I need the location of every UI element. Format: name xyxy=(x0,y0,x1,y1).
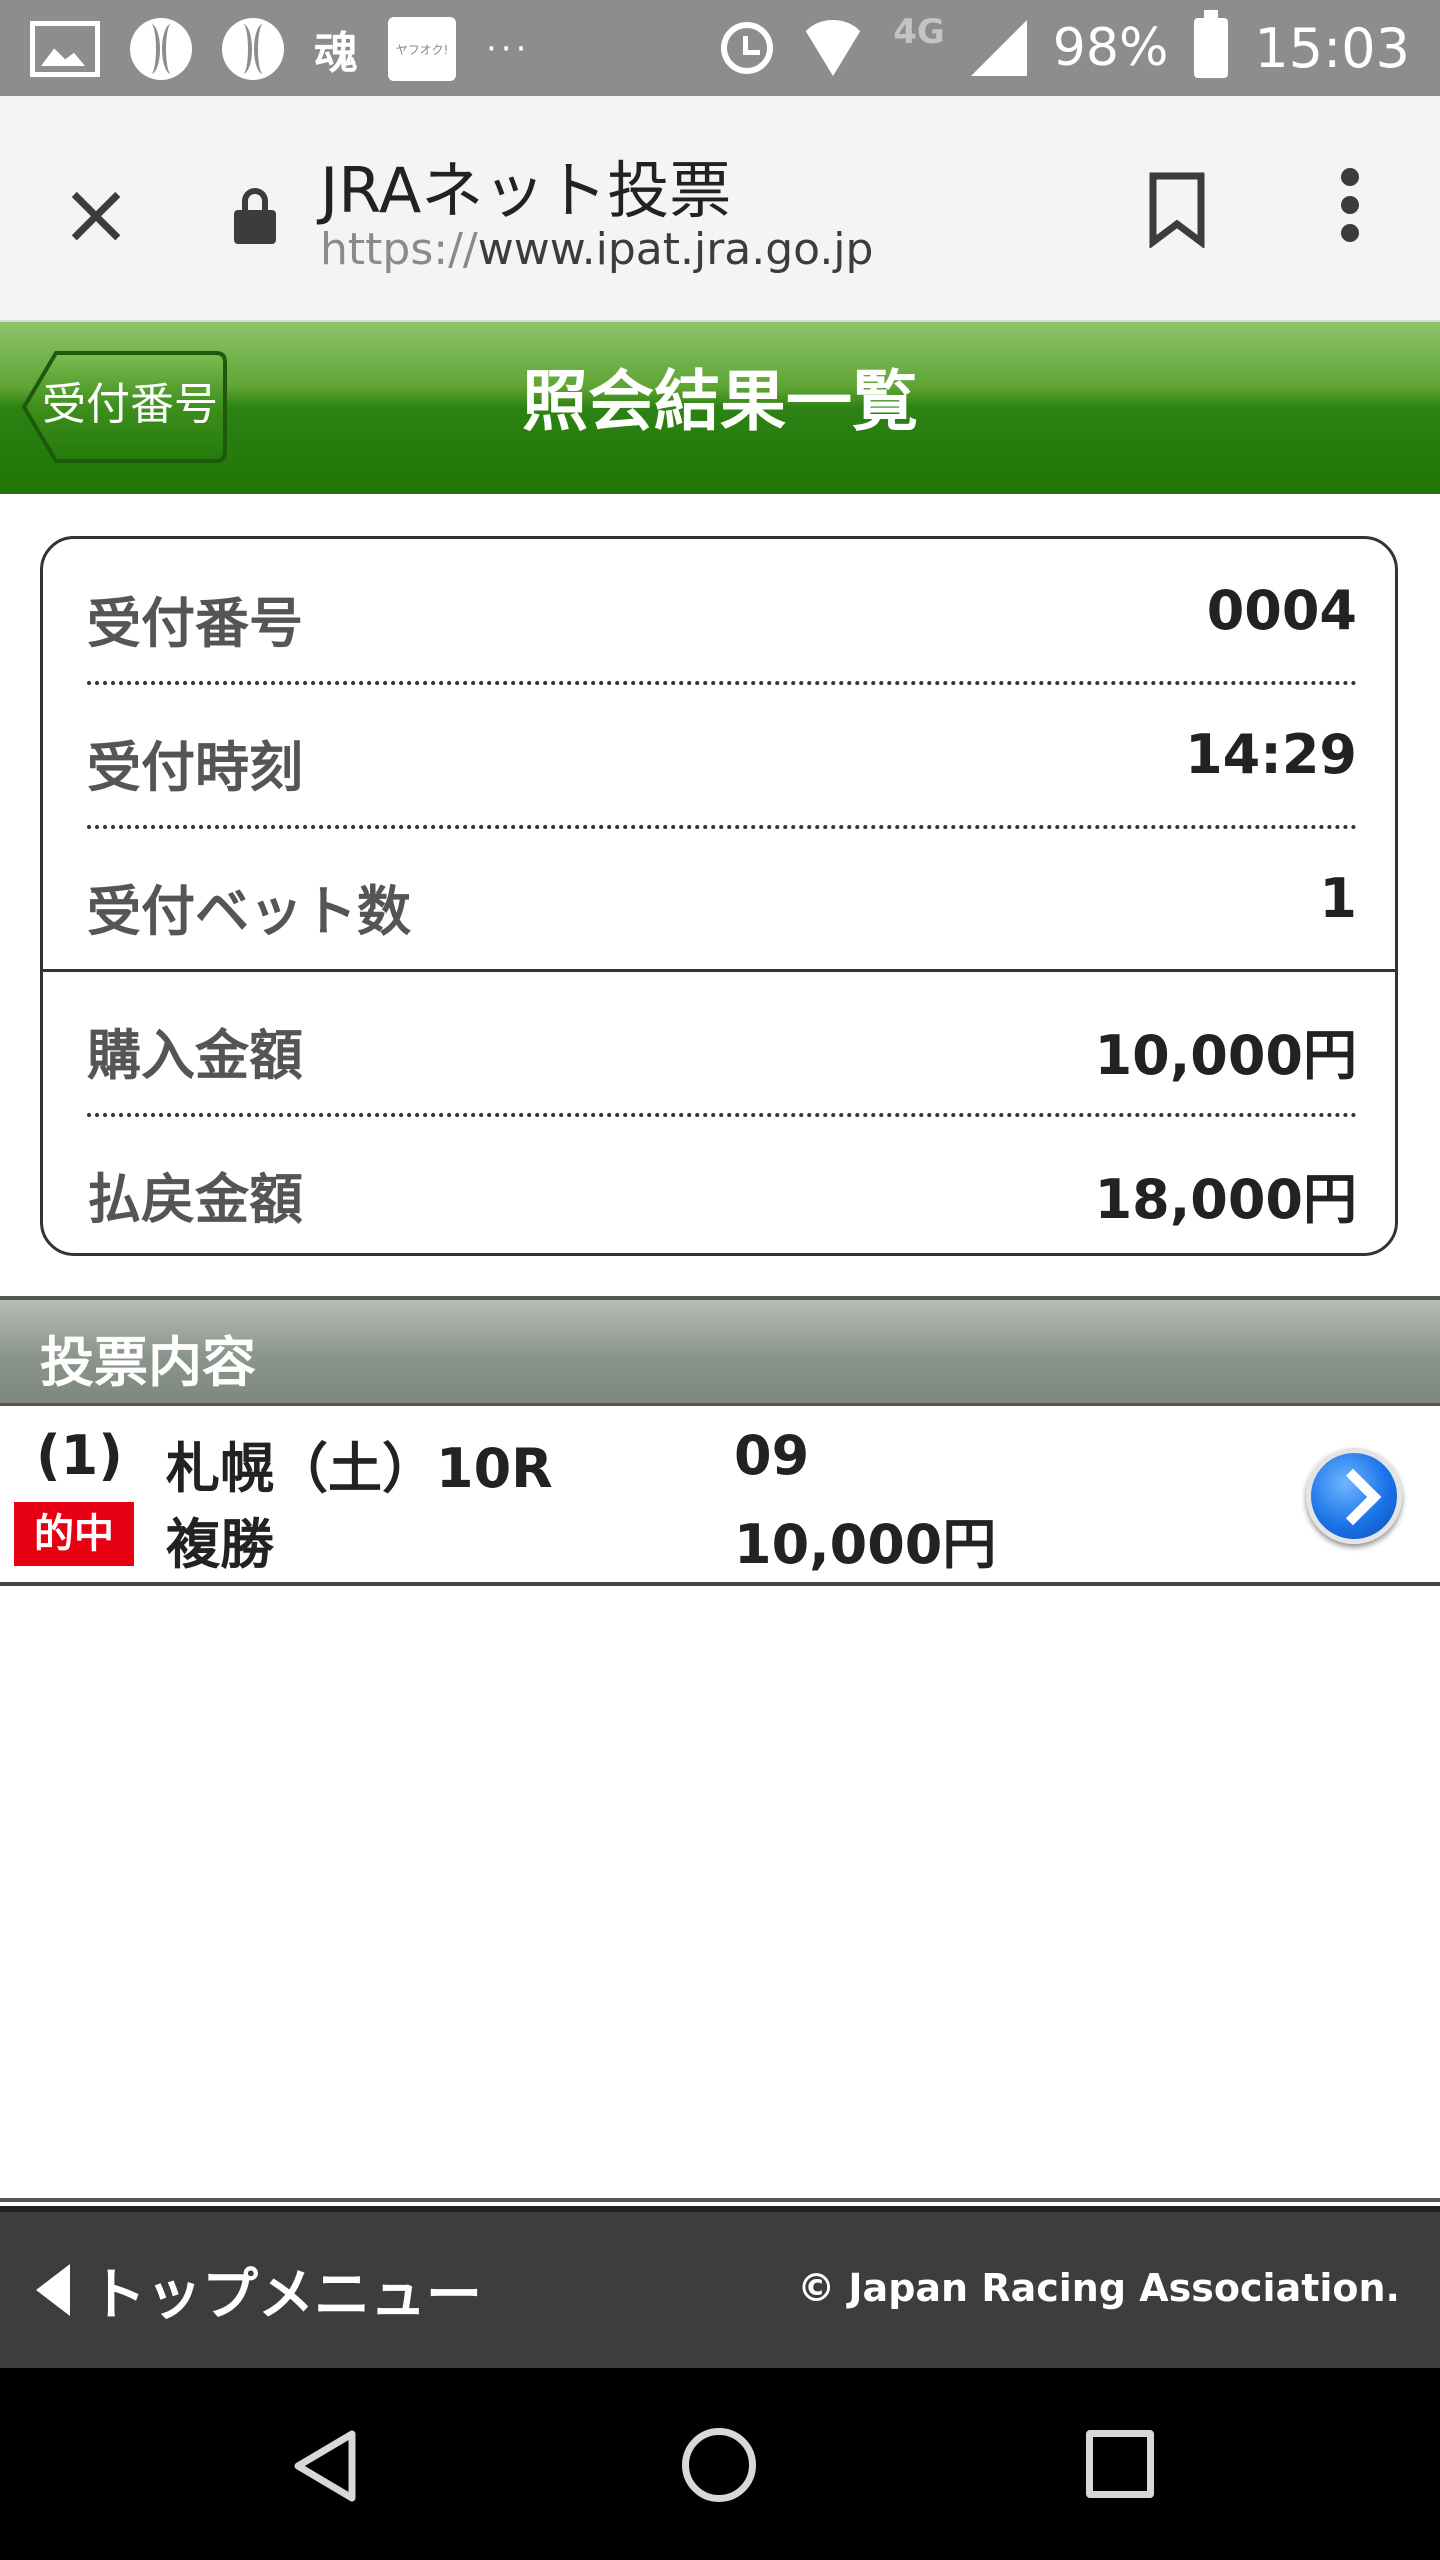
summary-label: 受付番号 xyxy=(87,592,303,655)
signal-icon xyxy=(970,20,1027,76)
more-options-icon[interactable] xyxy=(1330,168,1370,258)
summary-value: 1 xyxy=(1319,867,1357,930)
detail-arrow-button[interactable] xyxy=(1306,1448,1402,1544)
battery-icon xyxy=(1194,10,1229,78)
clock: 15:03 xyxy=(1254,16,1410,80)
lock-icon[interactable] xyxy=(234,188,276,244)
bet-number: (1) xyxy=(36,1424,123,1487)
bet-type: 複勝 xyxy=(166,1513,274,1576)
summary-row-purchase-amount: 購入金額 10,000円 xyxy=(87,971,1357,1115)
nav-home-icon[interactable] xyxy=(682,2428,756,2502)
close-icon[interactable]: × xyxy=(56,171,136,257)
top-menu-label: トップメニュー xyxy=(90,2262,482,2328)
vote-section-header: 投票内容 xyxy=(0,1296,1440,1406)
yahuoku-app-icon: ヤフオク! xyxy=(388,17,456,81)
page-url[interactable]: https://www.ipat.jra.go.jp xyxy=(320,224,873,275)
nav-recents-icon[interactable] xyxy=(1086,2430,1154,2498)
url-host: www.ipat.jra.go.jp xyxy=(477,224,874,275)
summary-row-receipt-time: 受付時刻 14:29 xyxy=(87,683,1357,827)
network-type-label: 4G xyxy=(893,12,945,52)
status-bar: 魂 ヤフオク! ··· 4G 98% 15:03 xyxy=(0,0,1440,96)
nav-back-icon[interactable] xyxy=(290,2428,360,2508)
browser-toolbar: × JRAネット投票 https://www.ipat.jra.go.jp xyxy=(0,96,1440,322)
summary-value: 18,000円 xyxy=(1094,1168,1357,1231)
gallery-icon xyxy=(30,21,100,77)
vote-section-title: 投票内容 xyxy=(40,1331,256,1394)
more-notifications-icon: ··· xyxy=(486,29,531,69)
hit-badge: 的中 xyxy=(14,1502,134,1566)
summary-value: 10,000円 xyxy=(1094,1024,1357,1087)
footer-bar: トップメニュー © Japan Racing Association. xyxy=(0,2198,1440,2368)
bet-horse-number: 09 xyxy=(734,1424,810,1487)
bookmark-icon[interactable] xyxy=(1148,172,1206,248)
bet-list-item[interactable]: (1) 札幌（土）10R 09 的中 複勝 10,000円 xyxy=(0,1406,1440,1586)
summary-label: 払戻金額 xyxy=(87,1168,303,1231)
chevron-right-icon xyxy=(1324,1468,1382,1526)
system-nav-bar xyxy=(0,2368,1440,2560)
summary-label: 受付時刻 xyxy=(87,736,303,799)
page-header: 照会結果一覧 受付番号 xyxy=(0,322,1440,494)
brush-app-icon: 魂 xyxy=(314,28,358,79)
battery-percent: 98% xyxy=(1052,18,1169,78)
summary-value: 0004 xyxy=(1206,579,1357,642)
summary-row-payout-amount: 払戻金額 18,000円 xyxy=(87,1115,1357,1259)
triangle-left-icon xyxy=(36,2264,70,2316)
alarm-icon xyxy=(721,22,774,74)
url-scheme: https:// xyxy=(320,224,478,275)
back-button-label: 受付番号 xyxy=(42,379,218,430)
bet-race: 札幌（土）10R xyxy=(166,1437,553,1500)
summary-value: 14:29 xyxy=(1185,723,1357,786)
wifi-icon xyxy=(799,20,868,76)
back-button[interactable]: 受付番号 xyxy=(22,350,228,464)
summary-label: 受付ベット数 xyxy=(87,880,411,943)
baseball-icon xyxy=(222,18,284,80)
summary-row-bet-count: 受付ベット数 1 xyxy=(87,827,1357,971)
summary-card: 受付番号 0004 受付時刻 14:29 受付ベット数 1 購入金額 10,00… xyxy=(40,536,1398,1256)
page-title[interactable]: JRAネット投票 xyxy=(320,140,731,230)
baseball-icon xyxy=(130,18,192,80)
bet-amount: 10,000円 xyxy=(734,1513,997,1576)
summary-label: 購入金額 xyxy=(87,1024,303,1087)
summary-row-receipt-number: 受付番号 0004 xyxy=(87,539,1357,683)
copyright-text: © Japan Racing Association. xyxy=(797,2266,1400,2310)
top-menu-link[interactable]: トップメニュー xyxy=(36,2250,482,2330)
